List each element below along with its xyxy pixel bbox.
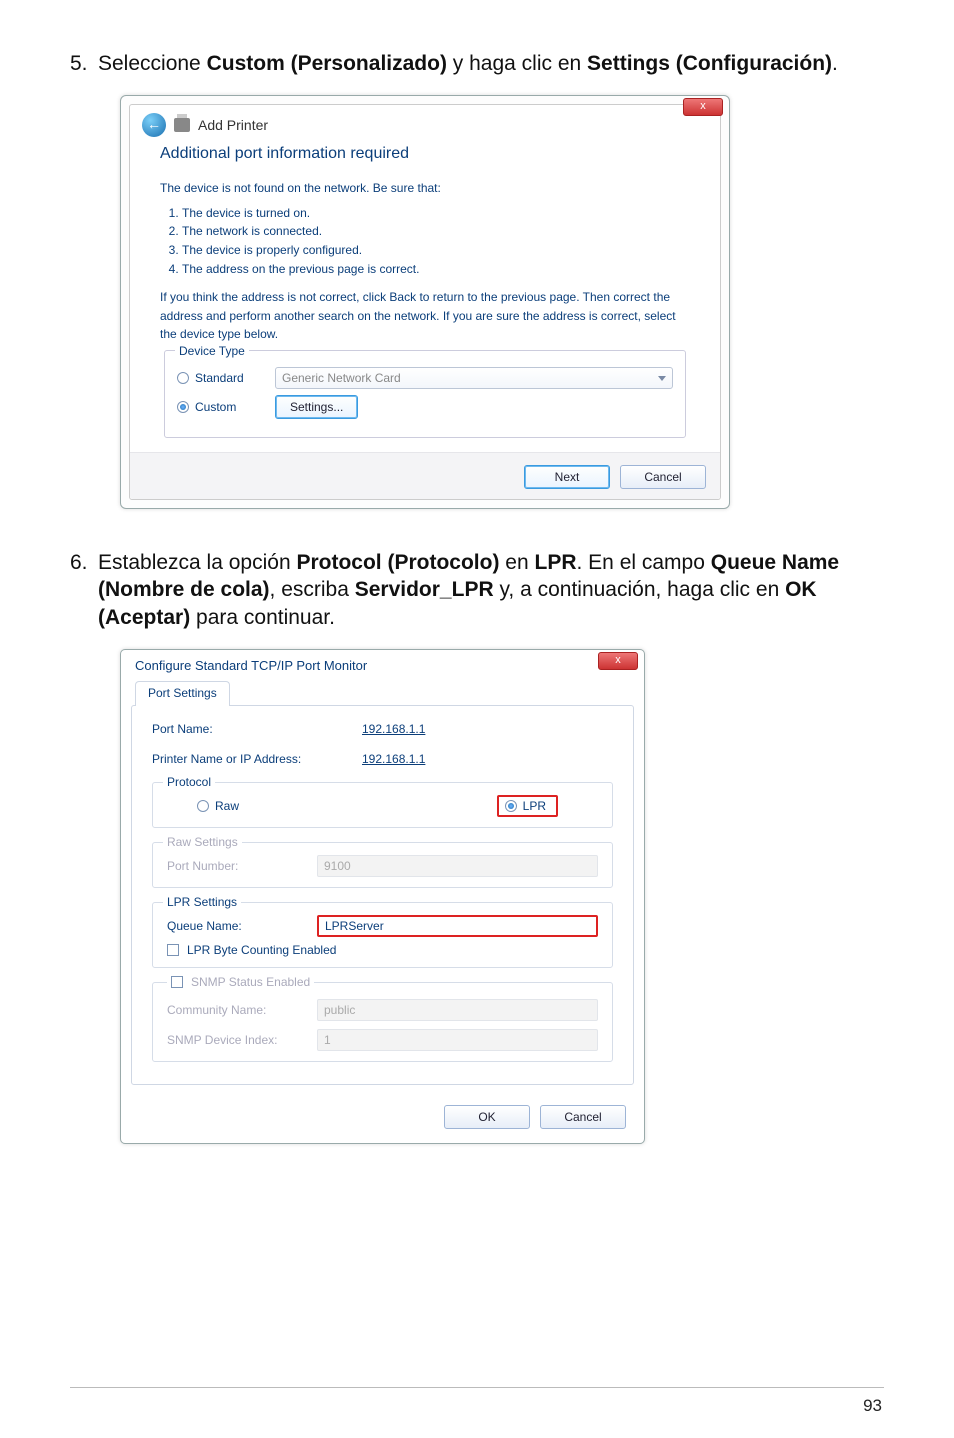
radio-icon [197,800,209,812]
cancel-label: Cancel [644,470,681,484]
page-number: 93 [863,1396,882,1416]
step5-bold1: Custom (Personalizado) [207,52,447,75]
close-icon[interactable]: x [683,98,723,116]
step6-body: Establezca la opción Protocol (Protocolo… [98,549,884,631]
check-item-3: The device is properly configured. [182,241,690,260]
lpr-settings-title: LPR Settings [163,895,241,909]
dlg2-title: Configure Standard TCP/IP Port Monitor [121,650,644,673]
community-input: public [317,999,598,1021]
radio-icon [505,800,517,812]
combo-value: Generic Network Card [282,369,401,388]
s6-pre: Establezca la opción [98,551,296,574]
lpr-settings-group: LPR Settings Queue Name: LPRServer LPR B… [152,902,613,968]
step5-number: 5. [70,50,98,77]
custom-radio-label[interactable]: Custom [177,398,265,417]
device-combo[interactable]: Generic Network Card [275,367,673,389]
snmpidx-input: 1 [317,1029,598,1051]
check-item-2: The network is connected. [182,222,690,241]
rawport-label: Port Number: [167,859,317,873]
portname-value: 192.168.1.1 [362,722,425,736]
raw-settings-group: Raw Settings Port Number: 9100 [152,842,613,888]
settings-button[interactable]: Settings... [275,395,358,419]
raw-label: Raw [215,799,239,813]
raw-settings-title: Raw Settings [163,835,242,849]
s6-post: para continuar. [190,606,335,629]
custom-text: Custom [195,398,236,417]
check-item-4: The address on the previous page is corr… [182,260,690,279]
community-label: Community Name: [167,1003,317,1017]
ok-button[interactable]: OK [444,1105,530,1129]
s6-b1: Protocol (Protocolo) [296,551,499,574]
s6-m1: en [499,551,534,574]
step5-pre: Seleccione [98,52,207,75]
community-value: public [324,1003,355,1017]
printer-value: 192.168.1.1 [362,752,425,766]
rawport-value: 9100 [324,859,351,873]
snmpidx-value: 1 [324,1033,331,1047]
step5-mid: y haga clic en [447,52,587,75]
snmpidx-label: SNMP Device Index: [167,1033,317,1047]
instruction-paragraph: If you think the address is not correct,… [160,288,690,344]
radio-icon [177,372,189,384]
raw-radio[interactable]: Raw [197,795,239,817]
printer-label: Printer Name or IP Address: [152,752,362,766]
check-item-1: The device is turned on. [182,204,690,223]
back-icon[interactable]: ← [142,113,166,137]
ok-label: OK [478,1110,495,1124]
lpr-highlight: LPR [497,795,558,817]
s6-b2: LPR [535,551,577,574]
next-button[interactable]: Next [524,465,610,489]
dialog-inner: ← Add Printer Additional port informatio… [129,104,721,500]
footer-rule [70,1387,884,1388]
checklist: The device is turned on. The network is … [160,204,690,278]
queue-value: LPRServer [325,919,384,933]
printer-icon [174,118,190,132]
step5-bold2: Settings (Configuración) [587,52,832,75]
s6-m2: . En el campo [577,551,711,574]
standard-radio-label[interactable]: Standard [177,369,265,388]
step5-instruction: 5. Seleccione Custom (Personalizado) y h… [70,50,884,77]
step5-body: Seleccione Custom (Personalizado) y haga… [98,50,884,77]
protocol-title: Protocol [163,775,215,789]
settings-label: Settings... [290,398,343,417]
s6-b4: Servidor_LPR [355,578,494,601]
step5-post: . [832,52,838,75]
dialog-title: Add Printer [198,117,268,133]
next-label: Next [555,470,580,484]
step6-instruction: 6. Establezca la opción Protocol (Protoc… [70,549,884,631]
portname-label: Port Name: [152,722,362,736]
lpr-label: LPR [523,799,546,813]
dialog-body: The device is not found on the network. … [130,173,720,452]
port-monitor-dialog: x Configure Standard TCP/IP Port Monitor… [120,649,645,1144]
snmp-title: SNMP Status Enabled [191,975,310,989]
standard-text: Standard [195,369,244,388]
radio-icon [177,401,189,413]
dlg2-footer: OK Cancel [121,1095,644,1143]
snmp-group: SNMP Status Enabled Community Name: publ… [152,982,613,1062]
notfound-text: The device is not found on the network. … [160,179,690,198]
queue-label: Queue Name: [167,919,317,933]
device-type-title: Device Type [175,342,249,361]
rawport-input: 9100 [317,855,598,877]
close-icon[interactable]: x [598,652,638,670]
port-settings-panel: Port Name: 192.168.1.1 Printer Name or I… [131,705,634,1085]
device-type-group: Device Type Standard Generic Network Car… [164,350,686,438]
lpr-radio[interactable]: LPR [505,799,546,813]
queue-input[interactable]: LPRServer [317,915,598,937]
step6-number: 6. [70,549,98,631]
byte-label: LPR Byte Counting Enabled [187,943,336,957]
dialog-titlebar: ← Add Printer [130,105,720,143]
checkbox-icon[interactable] [167,944,179,956]
dialog-footer: Next Cancel [130,452,720,499]
cancel-button[interactable]: Cancel [540,1105,626,1129]
cancel-label: Cancel [564,1110,601,1124]
dialog-heading: Additional port information required [130,143,720,173]
add-printer-dialog: x ← Add Printer Additional port informat… [120,95,730,509]
s6-m3: , escriba [270,578,355,601]
s6-m4: y, a continuación, haga clic en [494,578,785,601]
checkbox-icon[interactable] [171,976,183,988]
port-settings-tab[interactable]: Port Settings [135,681,230,706]
protocol-group: Protocol Raw LPR [152,782,613,828]
cancel-button[interactable]: Cancel [620,465,706,489]
